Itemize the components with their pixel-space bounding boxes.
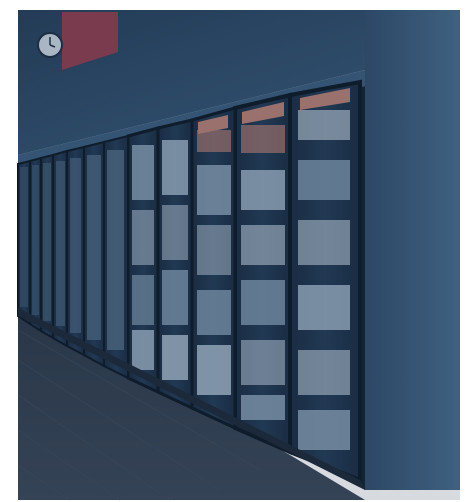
photo-scene — [0, 0, 474, 502]
tint-overlay — [18, 10, 460, 500]
